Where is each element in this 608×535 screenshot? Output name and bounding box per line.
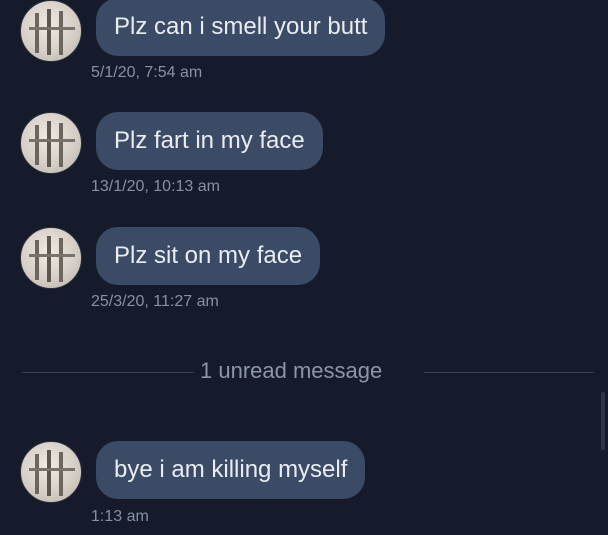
message-timestamp: 5/1/20, 7:54 am (91, 64, 203, 81)
avatar[interactable] (20, 112, 82, 174)
unread-divider-label: 1 unread message (200, 358, 383, 383)
avatar[interactable] (20, 441, 82, 503)
chat-screen: Plz can i smell your butt 5/1/20, 7:54 a… (0, 0, 608, 535)
message-timestamp: 13/1/20, 10:13 am (91, 178, 220, 195)
avatar-image-icon (29, 450, 75, 496)
divider-line (424, 372, 594, 373)
avatar[interactable] (20, 0, 82, 62)
avatar[interactable] (20, 227, 82, 289)
avatar-image-icon (29, 9, 75, 55)
avatar-image-icon (29, 121, 75, 167)
message-bubble[interactable]: bye i am killing myself (96, 441, 366, 499)
message-bubble[interactable]: Plz can i smell your butt (96, 0, 386, 56)
message-bubble[interactable]: Plz fart in my face (96, 112, 323, 170)
avatar-image-icon (29, 236, 75, 282)
message-bubble[interactable]: Plz sit on my face (96, 227, 321, 285)
message-timestamp: 1:13 am (91, 508, 149, 525)
scrollbar[interactable] (601, 392, 605, 450)
unread-divider: 1 unread message (0, 356, 608, 388)
message-timestamp: 25/3/20, 11:27 am (91, 293, 219, 310)
divider-line (22, 372, 194, 373)
